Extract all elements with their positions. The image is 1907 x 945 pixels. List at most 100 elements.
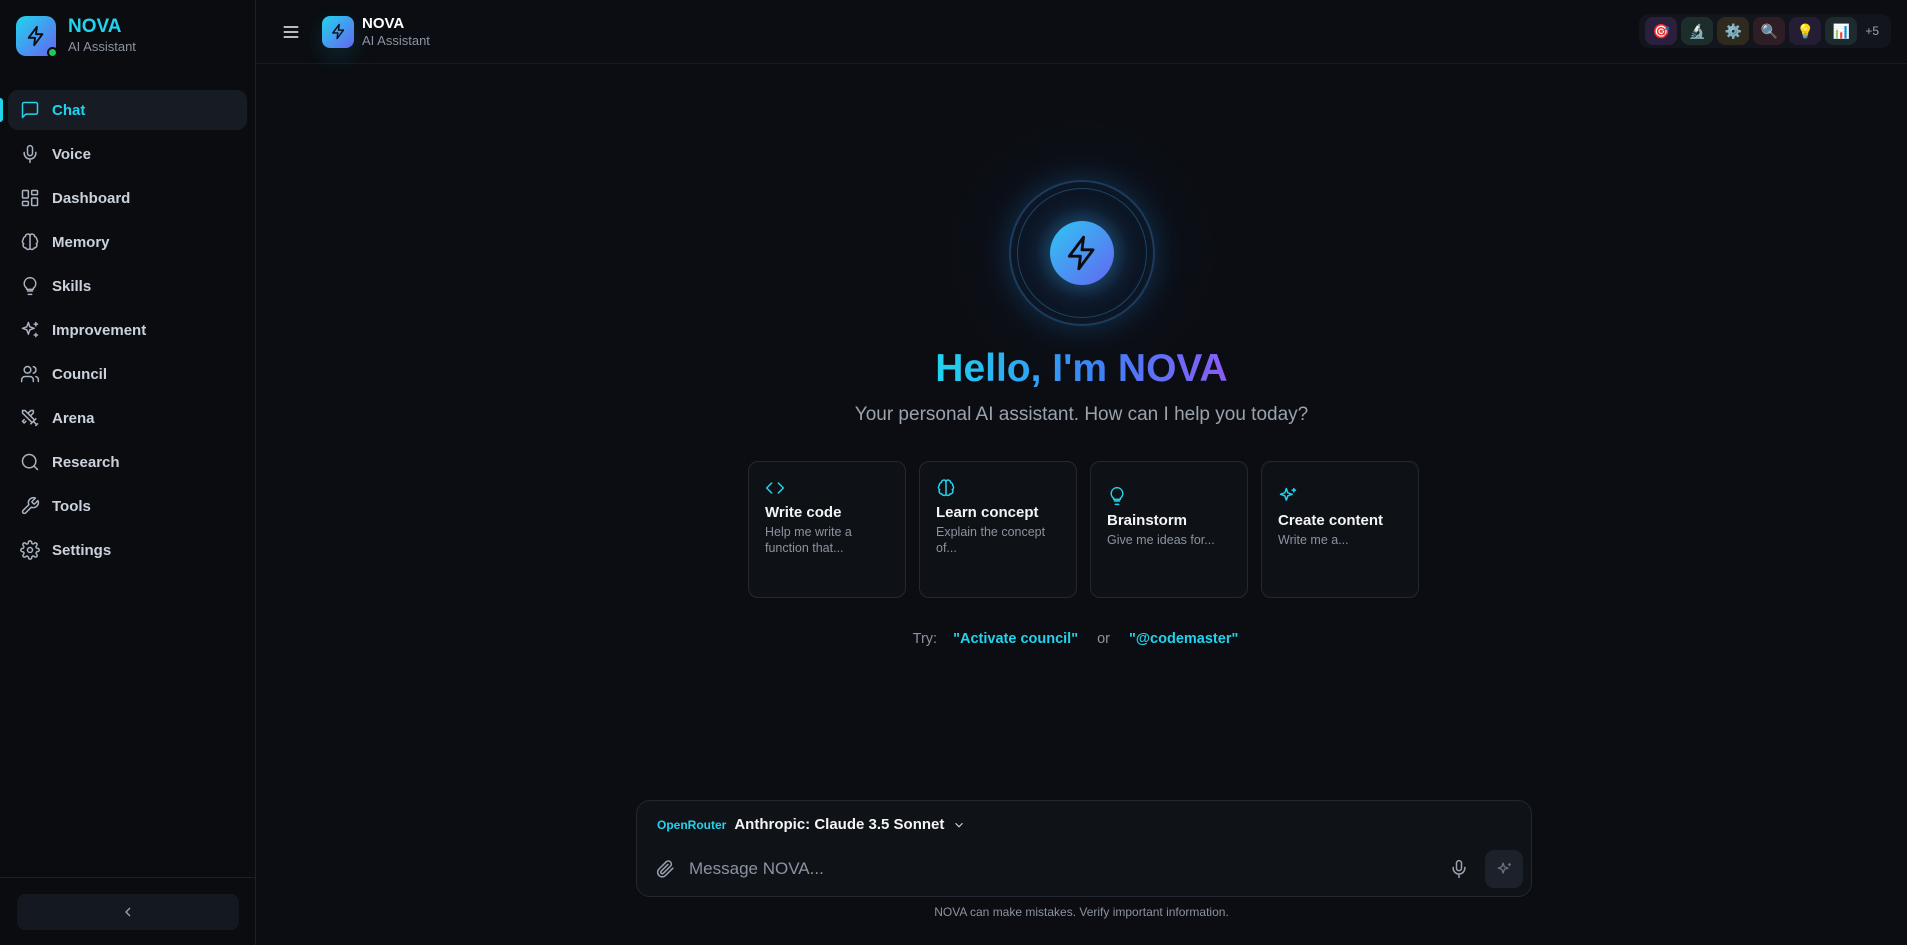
suggestion-cards: Write code Help me write a function that…: [748, 461, 1419, 598]
sparkles-icon: [1279, 487, 1297, 501]
swords-icon: [21, 409, 39, 427]
search-icon: 🔍: [1760, 22, 1779, 39]
message-composer: OpenRouter Anthropic: Claude 3.5 Sonnet: [636, 800, 1532, 897]
microscope-icon: 🔬: [1688, 22, 1707, 39]
main-area: NOVA AI Assistant 🎯 🔬 ⚙️ 🔍 💡 📊 +5 Hello,…: [256, 0, 1907, 945]
layout-grid-icon: [21, 189, 39, 207]
sidebar-item-chat[interactable]: Chat: [0, 90, 247, 130]
attach-button[interactable]: [653, 857, 677, 881]
sidebar-brand: NOVA AI Assistant: [0, 0, 255, 72]
zap-icon: [331, 23, 344, 40]
agent-search-button[interactable]: 🔍: [1753, 17, 1786, 45]
sidebar-item-memory[interactable]: Memory: [8, 222, 247, 262]
chevron-down-icon: [955, 822, 964, 828]
sidebar-item-skills[interactable]: Skills: [8, 266, 247, 306]
agent-chart-button[interactable]: 📊: [1825, 17, 1858, 45]
orb-core: [1049, 221, 1114, 285]
agent-research-button[interactable]: 🔬: [1681, 17, 1714, 45]
sidebar-item-label: Tools: [52, 497, 91, 515]
agent-gear-button[interactable]: ⚙️: [1717, 17, 1750, 45]
gear-icon: ⚙️: [1724, 22, 1743, 39]
hero-title: Hello, I'm NOVA: [256, 345, 1907, 393]
sidebar-item-label: Council: [52, 365, 107, 383]
paperclip-icon: [656, 860, 674, 878]
sidebar-item-label: Voice: [52, 145, 91, 163]
topbar: NOVA AI Assistant 🎯 🔬 ⚙️ 🔍 💡 📊 +5: [256, 0, 1907, 64]
card-description: Explain the concept of...: [936, 525, 1046, 555]
online-status-dot: [47, 47, 58, 58]
topbar-subtitle: AI Assistant: [362, 32, 430, 48]
agent-idea-button[interactable]: 💡: [1789, 17, 1822, 45]
chart-icon: 📊: [1832, 22, 1851, 39]
sparkles-icon: [21, 321, 39, 338]
wrench-icon: [21, 496, 40, 515]
agents-more-count[interactable]: +5: [1861, 24, 1885, 38]
sidebar-item-voice[interactable]: Voice: [8, 134, 247, 174]
lightbulb-icon: [1110, 486, 1124, 506]
zap-icon: [1067, 235, 1095, 271]
sidebar-item-label: Dashboard: [52, 189, 131, 207]
sidebar-footer: [0, 877, 255, 945]
lightbulb-icon: [23, 276, 37, 296]
collapse-sidebar-button[interactable]: [16, 893, 239, 930]
suggestion-card-write-code[interactable]: Write code Help me write a function that…: [748, 461, 906, 598]
mic-icon: [23, 144, 37, 164]
gear-icon: [20, 540, 40, 560]
card-description: Write me a...: [1278, 533, 1349, 547]
card-title: Write code: [765, 504, 842, 521]
users-icon: [20, 365, 40, 383]
model-selector[interactable]: OpenRouter Anthropic: Claude 3.5 Sonnet: [657, 816, 966, 833]
topbar-logo: [322, 15, 354, 48]
sidebar-item-label: Arena: [52, 409, 95, 427]
brain-icon: [21, 233, 39, 251]
voice-input-button[interactable]: [1447, 857, 1471, 881]
model-name: Anthropic: Claude 3.5 Sonnet: [734, 816, 945, 833]
topbar-brand: NOVA AI Assistant: [322, 15, 430, 49]
card-description: Help me write a function that...: [765, 525, 852, 555]
try-or: or: [1097, 631, 1111, 647]
card-title: Learn concept: [936, 504, 1039, 521]
hamburger-menu-icon: [283, 25, 299, 38]
sidebar-item-tools[interactable]: Tools: [8, 486, 247, 526]
app-root: NOVA AI Assistant Chat Voice Dashboard M…: [0, 0, 1907, 945]
suggestion-card-create-content[interactable]: Create content Write me a...: [1261, 461, 1419, 598]
card-description: Give me ideas for...: [1107, 533, 1215, 547]
message-input[interactable]: [689, 859, 1447, 879]
sidebar-item-label: Skills: [52, 277, 92, 295]
mic-icon: [1452, 859, 1466, 879]
agent-switcher: 🎯 🔬 ⚙️ 🔍 💡 📊 +5: [1639, 14, 1891, 48]
card-title: Create content: [1278, 512, 1384, 529]
sidebar-item-council[interactable]: Council: [8, 354, 247, 394]
target-icon: 🎯: [1652, 22, 1671, 39]
sparkles-icon: [1496, 861, 1511, 874]
sidebar-item-settings[interactable]: Settings: [8, 530, 247, 570]
sidebar-item-research[interactable]: Research: [8, 442, 247, 482]
sidebar-item-label: Chat: [52, 101, 86, 119]
try-label: Try:: [912, 631, 938, 647]
brand-title: NOVA: [68, 16, 122, 37]
brand-logo: [16, 16, 58, 58]
card-title: Brainstorm: [1107, 512, 1188, 529]
sidebar-item-dashboard[interactable]: Dashboard: [8, 178, 247, 218]
sidebar-item-label: Improvement: [52, 321, 147, 339]
menu-button[interactable]: [280, 21, 302, 43]
disclaimer: NOVA can make mistakes. Verify important…: [934, 905, 1229, 919]
suggestion-card-learn-concept[interactable]: Learn concept Explain the concept of...: [919, 461, 1077, 598]
sidebar-item-arena[interactable]: Arena: [8, 398, 247, 438]
message-square-icon: [21, 101, 39, 119]
send-button[interactable]: [1485, 850, 1523, 888]
agent-target-button[interactable]: 🎯: [1645, 17, 1678, 45]
zap-icon: [27, 25, 44, 47]
search-icon: [21, 453, 39, 471]
input-row: [653, 849, 1523, 889]
topbar-title: NOVA: [362, 14, 405, 32]
sidebar: NOVA AI Assistant Chat Voice Dashboard M…: [0, 0, 256, 945]
suggestion-card-brainstorm[interactable]: Brainstorm Give me ideas for...: [1090, 461, 1248, 598]
sidebar-item-improvement[interactable]: Improvement: [8, 310, 247, 350]
try-command-activate-council[interactable]: "Activate council": [953, 631, 1078, 647]
sidebar-nav: Chat Voice Dashboard Memory Skills Impro…: [0, 72, 255, 574]
sidebar-item-label: Settings: [52, 541, 112, 559]
try-command-codemaster[interactable]: "@codemaster": [1129, 631, 1238, 647]
sidebar-item-label: Memory: [52, 233, 110, 251]
try-hint: Try: "Activate council" or "@codemaster": [256, 631, 1907, 647]
